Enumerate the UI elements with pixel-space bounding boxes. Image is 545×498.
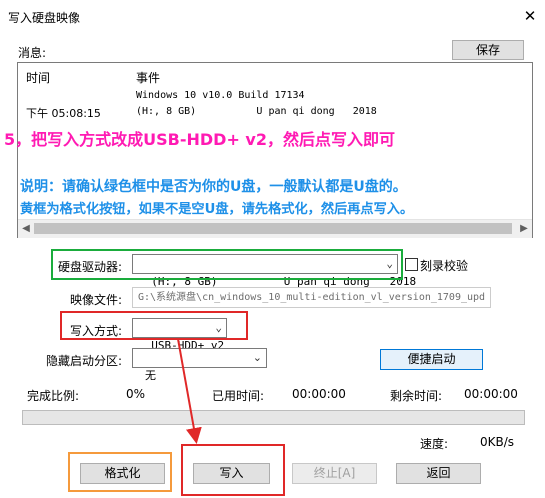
red-annotation-arrow: [177, 338, 202, 444]
